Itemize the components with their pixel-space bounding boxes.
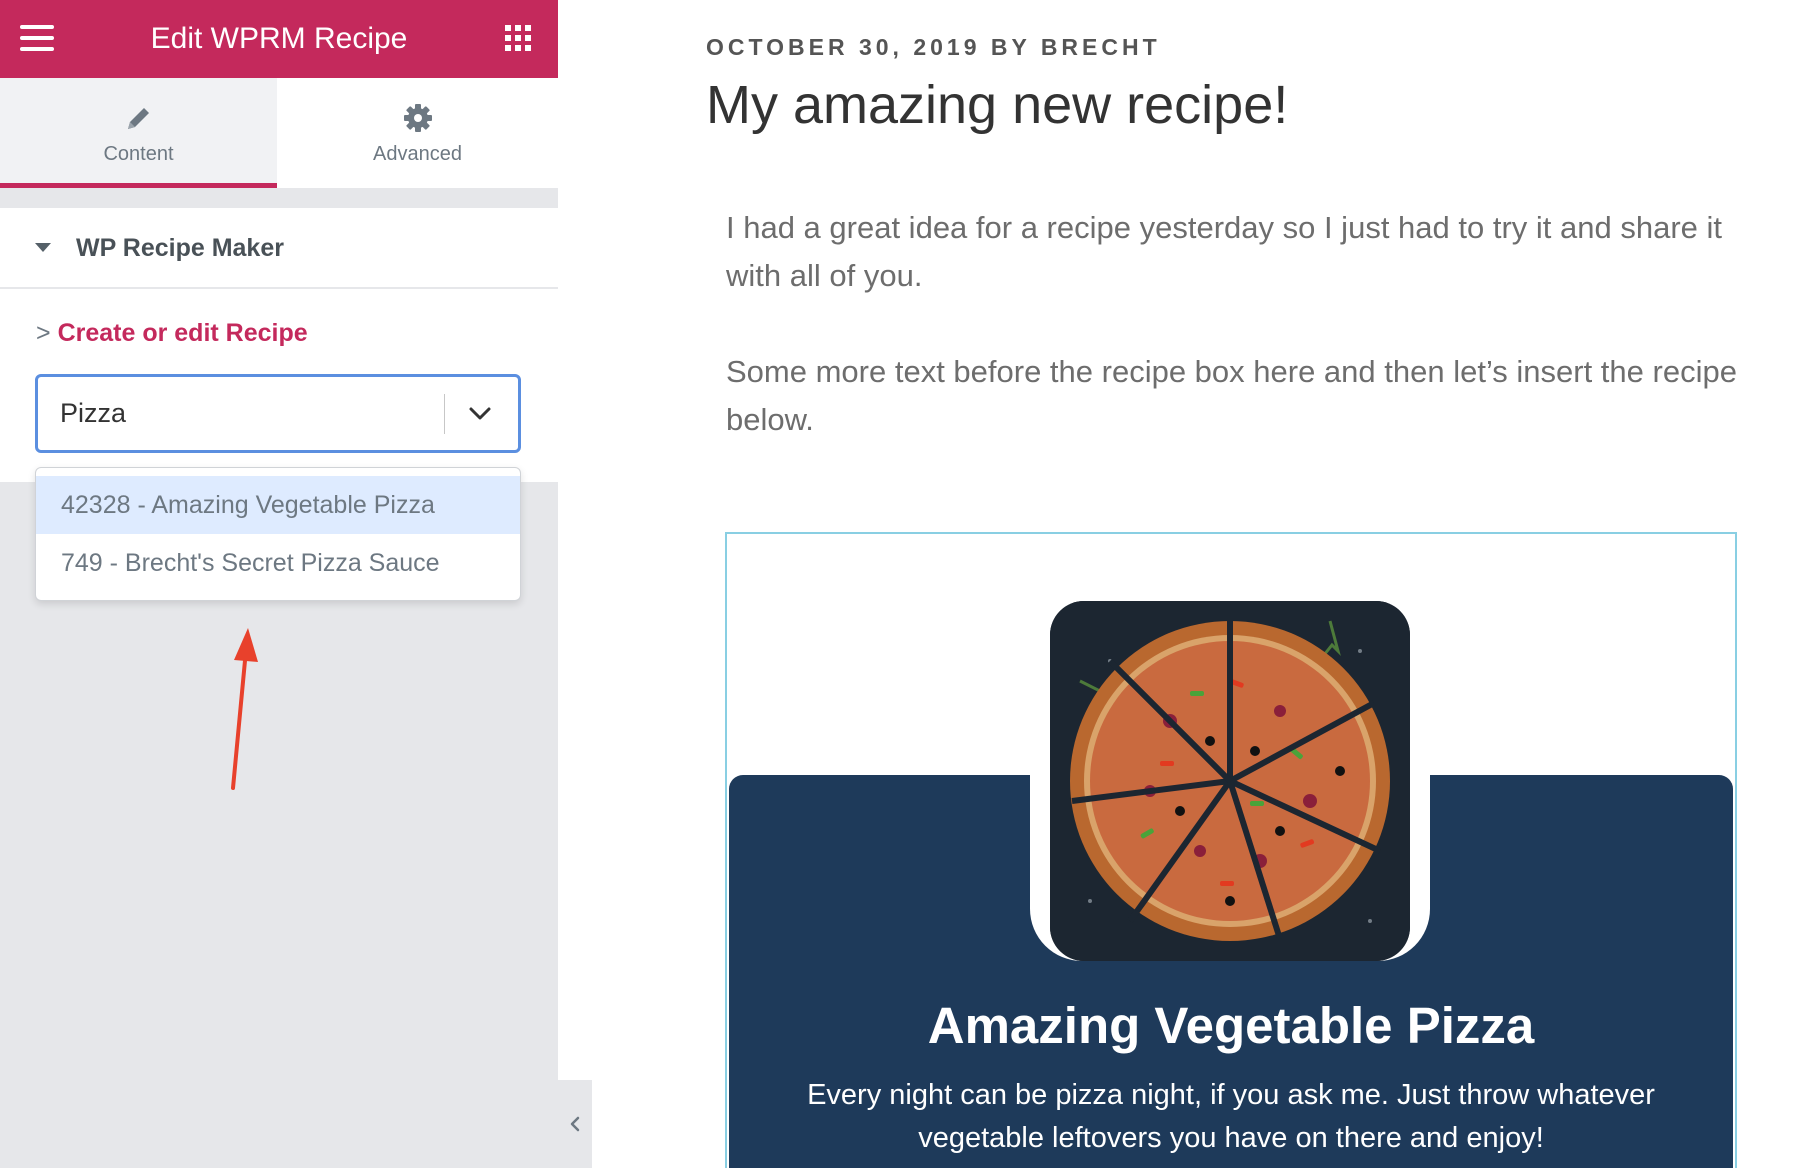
dropdown-option[interactable]: 42328 - Amazing Vegetable Pizza bbox=[36, 476, 520, 534]
sidebar-header: Edit WPRM Recipe bbox=[0, 0, 558, 78]
post-title: My amazing new recipe! bbox=[706, 75, 1289, 135]
collapse-panel-toggle[interactable] bbox=[558, 1080, 592, 1168]
chevron-left-icon bbox=[570, 1116, 580, 1132]
recipe-search-input[interactable]: Pizza bbox=[60, 377, 126, 450]
tab-advanced[interactable]: Advanced bbox=[277, 78, 558, 188]
pencil-icon bbox=[127, 108, 149, 129]
select-separator bbox=[444, 394, 445, 434]
page-preview: OCTOBER 30, 2019 BY BRECHT My amazing ne… bbox=[592, 0, 1794, 1168]
annotation-arrow-icon bbox=[231, 628, 258, 790]
recipe-card[interactable]: Amazing Vegetable Pizza Every night can … bbox=[725, 532, 1737, 1168]
pizza-image-icon bbox=[1050, 601, 1410, 961]
post-paragraph: I had a great idea for a recipe yesterda… bbox=[726, 210, 1722, 293]
recipe-image bbox=[1050, 601, 1410, 961]
widgets-grid-icon[interactable] bbox=[505, 25, 531, 51]
recipe-dropdown-menu: 42328 - Amazing Vegetable Pizza 749 - Br… bbox=[35, 467, 521, 601]
gear-icon bbox=[403, 104, 432, 132]
editor-sidebar: Edit WPRM Recipe Content Advanced WP Rec… bbox=[0, 0, 558, 1168]
recipe-summary: Every night can be pizza night, if you a… bbox=[807, 1079, 1655, 1154]
recipe-search-select[interactable]: Pizza bbox=[35, 374, 521, 453]
recipe-image-frame bbox=[1030, 581, 1430, 961]
link-prefix: > bbox=[36, 319, 51, 347]
tab-content[interactable]: Content bbox=[0, 78, 277, 188]
post-paragraph: Some more text before the recipe box her… bbox=[726, 354, 1737, 437]
dropdown-option[interactable]: 749 - Brecht's Secret Pizza Sauce bbox=[36, 534, 520, 592]
recipe-title: Amazing Vegetable Pizza bbox=[927, 997, 1535, 1054]
tab-content-label: Content bbox=[103, 143, 174, 165]
panel-tabs: Content Advanced bbox=[0, 78, 558, 188]
link-label: Create or edit Recipe bbox=[57, 319, 308, 347]
tab-advanced-label: Advanced bbox=[373, 143, 462, 165]
chevron-down-icon[interactable] bbox=[466, 400, 494, 428]
create-edit-recipe-link[interactable]: > Create or edit Recipe bbox=[36, 319, 308, 348]
section-title: WP Recipe Maker bbox=[76, 234, 284, 262]
sidebar-title: Edit WPRM Recipe bbox=[150, 22, 408, 55]
section-wp-recipe-maker[interactable]: WP Recipe Maker bbox=[0, 208, 558, 288]
post-meta: OCTOBER 30, 2019 BY BRECHT bbox=[706, 34, 1161, 60]
caret-down-icon bbox=[35, 243, 51, 252]
